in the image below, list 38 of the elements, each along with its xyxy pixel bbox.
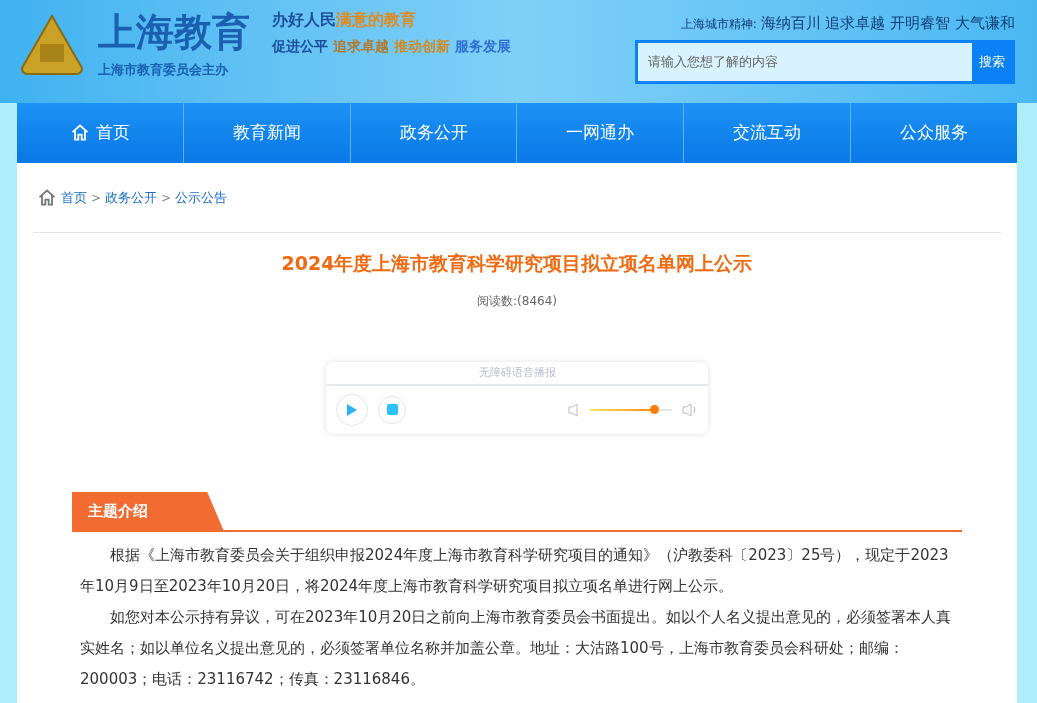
emblem-logo-icon xyxy=(20,14,84,76)
breadcrumb-separator: > xyxy=(161,189,172,207)
slogan-text: 追求卓越 xyxy=(333,37,389,56)
volume-slider[interactable] xyxy=(590,403,672,416)
article-title: 2024年度上海市教育科学研究项目拟立项名单网上公示 xyxy=(280,251,754,276)
city-spirit-text: 海纳百川 追求卓越 开明睿智 大气谦和 xyxy=(760,13,1015,34)
volume-high-icon xyxy=(682,402,698,417)
player-title: 无障碍语音播报 xyxy=(326,361,708,386)
home-icon xyxy=(69,123,90,143)
city-spirit-label: 上海城市精神: xyxy=(680,16,757,33)
article-paragraph: 如您对本公示持有异议，可在2023年10月20日之前向上海市教育委员会书面提出。如以个人名义提出意见的，必须签署本人真实姓名；如以单位名义提出意见的，必须签署单位名称并加盖公章。地址：大沽路100号，上海市教育委员会科研处；邮编：200003；电话：23116742；传真：23116846。 xyxy=(79,606,953,690)
stop-icon xyxy=(386,404,398,415)
slogan-text: 推动创新 xyxy=(394,37,450,56)
nav-item[interactable]: 一网通办 xyxy=(516,103,684,163)
section-title: 主题介绍 xyxy=(88,501,148,523)
search-field[interactable]: 请输入您想了解的内容 xyxy=(638,42,972,81)
site-subtitle: 上海市教育委员会主办 xyxy=(98,61,229,79)
site-title: 上海教育 xyxy=(98,10,250,54)
nav-item[interactable]: 公众服务 xyxy=(850,103,1017,163)
volume-low-icon xyxy=(568,402,580,417)
breadcrumb-separator: > xyxy=(91,189,102,207)
slogan-text: 促进公平 xyxy=(272,37,328,56)
breadcrumb-link[interactable]: 政务公开 xyxy=(105,187,158,208)
slogan-text: 服务发展 xyxy=(455,37,511,56)
article-paragraph: 根据《上海市教育委员会关于组织申报2024年度上海市教育科学研究项目的通知》（沪教委科〔2023〕25号），现定于2023年10月9日至2023年10月20日，将2024年度上海市教育科学研究项目拟立项名单进行网上公示。 xyxy=(79,544,950,597)
breadcrumb-link[interactable]: 公示公告 xyxy=(175,187,228,208)
search-button[interactable]: 搜索 xyxy=(972,42,1012,81)
breadcrumb-link[interactable]: 首页 xyxy=(61,187,87,208)
nav-item[interactable]: 政务公开 xyxy=(349,103,517,163)
volume-thumb[interactable] xyxy=(649,405,659,414)
slogan-text: 满意的教育 xyxy=(336,9,416,31)
slogan-text: 办好人民 xyxy=(272,9,336,31)
home-icon xyxy=(37,187,57,208)
nav-item[interactable]: 首页 xyxy=(17,103,183,163)
nav-item[interactable]: 教育新闻 xyxy=(182,103,350,163)
nav-item[interactable]: 交流互动 xyxy=(683,103,851,163)
read-count: 阅读数:(8464) xyxy=(476,292,558,310)
play-icon xyxy=(346,402,358,417)
